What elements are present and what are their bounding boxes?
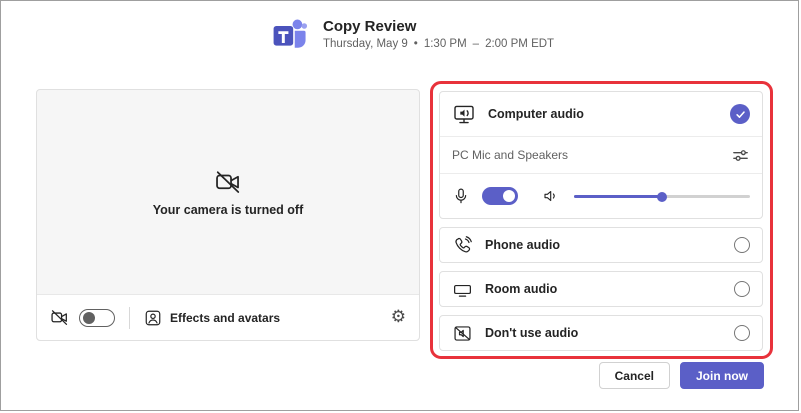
device-settings-sliders-icon[interactable]: [731, 146, 750, 165]
volume-slider-knob[interactable]: [657, 192, 667, 202]
meeting-header: Copy Review Thursday, May 9 • 1:30 PM – …: [272, 16, 554, 52]
phone-audio-label: Phone audio: [485, 238, 560, 252]
volume-slider[interactable]: [574, 189, 750, 203]
phone-audio-radio[interactable]: [734, 237, 750, 253]
camera-off-small-icon: [50, 308, 69, 327]
join-now-button[interactable]: Join now: [680, 362, 764, 389]
room-audio-option[interactable]: Room audio: [440, 272, 762, 306]
no-audio-radio[interactable]: [734, 325, 750, 341]
footer-actions: Cancel Join now: [599, 362, 764, 389]
effects-and-avatars-button[interactable]: Effects and avatars: [144, 309, 280, 327]
subtitle-dash: –: [473, 39, 479, 51]
phone-audio-icon: [452, 235, 473, 256]
room-audio-radio[interactable]: [734, 281, 750, 297]
toolbar-divider: [129, 307, 130, 329]
microphone-icon: [452, 187, 470, 205]
effects-label: Effects and avatars: [170, 311, 280, 325]
camera-off-icon: [214, 168, 242, 196]
computer-audio-card: Computer audio PC Mic and Speakers: [439, 91, 763, 219]
effects-avatar-icon: [144, 309, 162, 327]
meeting-date: Thursday, May 9: [323, 39, 408, 51]
camera-toggle-knob: [83, 312, 95, 324]
phone-audio-card: Phone audio: [439, 227, 763, 263]
mic-and-volume-row: [440, 174, 762, 218]
room-audio-card: Room audio: [439, 271, 763, 307]
check-icon: [735, 109, 746, 120]
phone-audio-option[interactable]: Phone audio: [440, 228, 762, 262]
computer-audio-label: Computer audio: [488, 107, 584, 121]
camera-toggle[interactable]: [79, 309, 115, 327]
device-settings-gear-icon[interactable]: ⚙: [391, 309, 406, 326]
subtitle-bullet: •: [414, 39, 418, 51]
no-audio-label: Don't use audio: [485, 326, 578, 340]
camera-off-message: Your camera is turned off: [153, 203, 304, 217]
camera-off-panel: Your camera is turned off: [37, 90, 419, 294]
speaker-icon: [542, 187, 560, 205]
teams-logo-icon: [272, 18, 308, 52]
computer-audio-option[interactable]: Computer audio: [440, 92, 762, 136]
computer-audio-selected-check[interactable]: [730, 104, 750, 124]
no-audio-card: Don't use audio: [439, 315, 763, 351]
meeting-join-window: Copy Review Thursday, May 9 • 1:30 PM – …: [0, 0, 799, 411]
audio-off-icon: [452, 323, 473, 344]
camera-preview: Your camera is turned off: [36, 89, 420, 341]
cancel-button[interactable]: Cancel: [599, 362, 670, 389]
preview-toolbar: Effects and avatars ⚙: [37, 294, 419, 340]
room-audio-label: Room audio: [485, 282, 557, 296]
meeting-subtitle: Thursday, May 9 • 1:30 PM – 2:00 PM EDT: [323, 39, 554, 51]
meeting-info: Copy Review Thursday, May 9 • 1:30 PM – …: [323, 16, 554, 52]
no-audio-option[interactable]: Don't use audio: [440, 316, 762, 350]
mic-toggle[interactable]: [482, 187, 518, 205]
audio-device-name: PC Mic and Speakers: [452, 148, 568, 162]
page-title: Copy Review: [323, 19, 554, 34]
mic-toggle-knob: [503, 190, 515, 202]
room-audio-icon: [452, 279, 473, 300]
meeting-start-time: 1:30 PM: [424, 39, 467, 51]
computer-audio-icon: [452, 102, 476, 126]
volume-slider-fill: [574, 195, 662, 198]
audio-device-row: PC Mic and Speakers: [440, 136, 762, 174]
meeting-end-time: 2:00 PM EDT: [485, 39, 554, 51]
